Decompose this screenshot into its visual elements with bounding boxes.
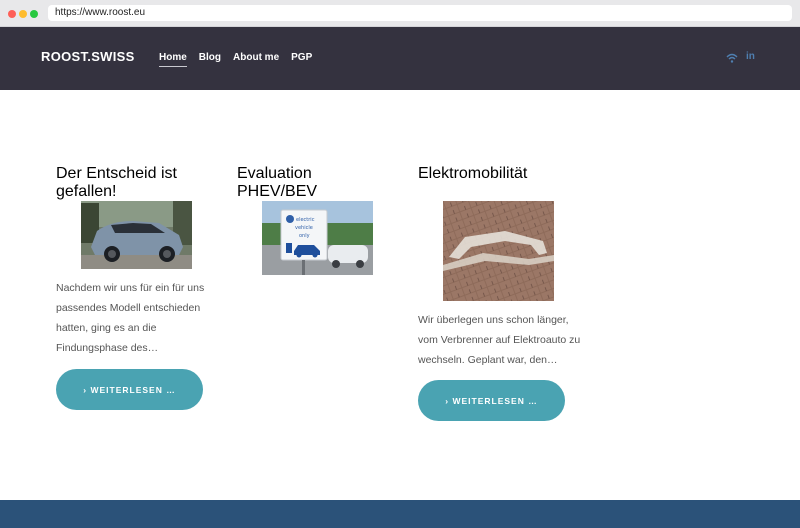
read-more-button[interactable]: › WEITERLESEN …	[418, 380, 565, 421]
excerpt-line: wechseln. Geplant war, den…	[418, 354, 558, 366]
post-excerpt: Wir überlegen uns schon länger, vom Verb…	[418, 310, 583, 370]
nav-home[interactable]: Home	[159, 52, 187, 67]
post-title[interactable]: Der Entscheid ist gefallen!	[56, 165, 206, 201]
address-bar[interactable]: https://www.roost.eu	[48, 5, 792, 21]
sign-text: only	[299, 233, 310, 239]
sign-text: electric	[296, 217, 315, 223]
post-thumbnail-parking[interactable]	[443, 201, 554, 301]
excerpt-line: Wir überlegen uns schon länger,	[418, 314, 569, 326]
close-window-button[interactable]	[8, 10, 16, 18]
post-thumbnail-suv[interactable]	[81, 201, 192, 269]
site-footer	[0, 500, 800, 528]
linkedin-icon[interactable]: in	[746, 51, 758, 63]
excerpt-line: Nachdem wir uns für ein für uns	[56, 282, 205, 294]
minimize-window-button[interactable]	[19, 10, 27, 18]
post-title[interactable]: Elektromobilität	[418, 165, 568, 183]
main-nav: Home Blog About me PGP	[159, 52, 324, 67]
site-logo[interactable]: ROOST.SWISS	[41, 49, 135, 64]
post-thumbnail-ev-sign[interactable]: electric vehicle only	[262, 201, 373, 275]
excerpt-line: hatten, ging es an die	[56, 322, 157, 334]
site-header: ROOST.SWISS Home Blog About me PGP in	[0, 27, 800, 90]
maximize-window-button[interactable]	[30, 10, 38, 18]
read-more-button[interactable]: › WEITERLESEN …	[56, 369, 203, 410]
post-title[interactable]: Evaluation PHEV/BEV	[237, 165, 387, 201]
wifi-icon[interactable]	[726, 51, 738, 63]
excerpt-line: passendes Modell entschieden	[56, 302, 201, 314]
post-excerpt: Nachdem wir uns für ein für uns passende…	[56, 278, 221, 358]
nav-blog[interactable]: Blog	[199, 52, 221, 67]
excerpt-line: Findungsphase des…	[56, 342, 159, 354]
nav-about-me[interactable]: About me	[233, 52, 279, 67]
browser-toolbar: https://www.roost.eu	[0, 0, 800, 27]
excerpt-line: vom Verbrenner auf Elektroauto zu	[418, 334, 581, 346]
nav-pgp[interactable]: PGP	[291, 52, 312, 67]
sign-text: vehicle	[295, 225, 313, 231]
